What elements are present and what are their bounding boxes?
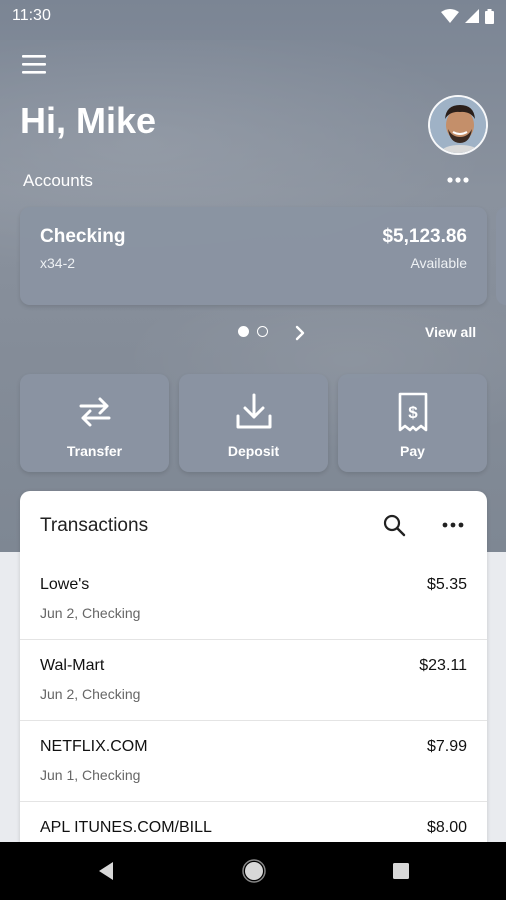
- account-name: Checking: [40, 226, 126, 247]
- status-icons: [441, 8, 494, 24]
- transaction-row[interactable]: Wal-Mart Jun 2, Checking $23.11: [20, 639, 487, 720]
- accounts-more-icon[interactable]: [444, 170, 472, 190]
- transaction-row[interactable]: Lowe's Jun 2, Checking $5.35: [20, 559, 487, 640]
- transaction-row[interactable]: NETFLIX.COM Jun 1, Checking $7.99: [20, 720, 487, 801]
- deposit-label: Deposit: [227, 443, 280, 459]
- back-icon[interactable]: [95, 859, 119, 883]
- chevron-right-icon[interactable]: [293, 324, 307, 342]
- transaction-amount: $7.99: [426, 738, 467, 755]
- status-bar: 11:30: [0, 0, 506, 32]
- battery-icon: [485, 8, 494, 24]
- signal-icon: [465, 9, 479, 23]
- home-icon[interactable]: [242, 859, 266, 883]
- transaction-merchant: Wal-Mart: [40, 657, 105, 674]
- account-balance-label: Available: [410, 255, 467, 271]
- transaction-detail: Jun 2, Checking: [40, 605, 141, 621]
- transfer-icon: [79, 397, 110, 427]
- transaction-amount: $8.00: [426, 819, 467, 836]
- greeting-title: Hi, Mike: [20, 100, 157, 141]
- search-icon[interactable]: [382, 513, 406, 537]
- transaction-merchant: APL ITUNES.COM/BILL: [40, 819, 212, 836]
- account-number: x34-2: [40, 255, 76, 271]
- account-balance: $5,123.86: [382, 226, 467, 247]
- transaction-detail: Jun 2, Checking: [40, 686, 141, 702]
- transfer-button[interactable]: Transfer: [20, 374, 169, 472]
- next-account-card-peek[interactable]: [496, 207, 506, 305]
- pay-label: Pay: [400, 443, 425, 459]
- transactions-title: Transactions: [40, 515, 149, 536]
- transactions-more-icon[interactable]: [441, 517, 465, 533]
- deposit-icon: [236, 393, 271, 429]
- avatar[interactable]: [428, 95, 488, 155]
- status-time: 11:30: [12, 7, 51, 24]
- transactions-card: Transactions Lowe's Jun 2, Checking $5.3…: [20, 491, 487, 851]
- svg-text:$: $: [408, 403, 418, 422]
- pager-dot-active[interactable]: [238, 326, 249, 337]
- system-nav-bar: [0, 842, 506, 900]
- transfer-label: Transfer: [66, 443, 123, 459]
- transaction-amount: $5.35: [426, 576, 467, 593]
- pay-button[interactable]: $ Pay: [338, 374, 487, 472]
- accounts-heading: Accounts: [23, 171, 93, 190]
- transaction-merchant: Lowe's: [40, 576, 90, 593]
- view-all-link[interactable]: View all: [425, 324, 476, 340]
- pager-dot[interactable]: [257, 326, 268, 337]
- account-card-checking[interactable]: Checking x34-2 $5,123.86 Available: [20, 207, 487, 305]
- recents-icon[interactable]: [389, 859, 413, 883]
- wifi-icon: [441, 9, 459, 23]
- pay-icon: $: [398, 392, 427, 432]
- deposit-button[interactable]: Deposit: [179, 374, 328, 472]
- transaction-merchant: NETFLIX.COM: [40, 738, 148, 755]
- account-pager: [238, 326, 268, 337]
- transaction-amount: $23.11: [419, 657, 467, 674]
- menu-icon[interactable]: [22, 54, 48, 76]
- transaction-detail: Jun 1, Checking: [40, 767, 141, 783]
